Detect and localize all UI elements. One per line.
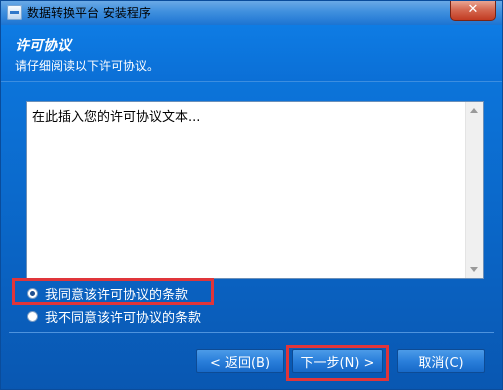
- chevron-up-icon[interactable]: [470, 108, 478, 113]
- vertical-scrollbar[interactable]: [465, 102, 483, 278]
- close-icon: ✕: [467, 2, 479, 17]
- license-text: 在此插入您的许可协议文本...: [32, 110, 201, 125]
- footer-divider: [9, 332, 494, 333]
- radio-checked-icon[interactable]: [27, 287, 38, 299]
- page-subtitle: 请仔细阅读以下许可协议。: [15, 59, 160, 73]
- window-title: 数据转换平台 安装程序: [27, 6, 151, 20]
- license-textarea[interactable]: 在此插入您的许可协议文本...: [26, 101, 484, 279]
- agree-option[interactable]: 我同意该许可协议的条款: [27, 283, 188, 303]
- cancel-button[interactable]: 取消(C): [397, 349, 485, 373]
- title-bar[interactable]: 数据转换平台 安装程序 ✕: [1, 1, 502, 25]
- header-banner: 许可协议 请仔细阅读以下许可协议。: [1, 25, 502, 82]
- next-button[interactable]: 下一步(N) >: [292, 349, 383, 373]
- back-button[interactable]: < 返回(B): [196, 349, 284, 373]
- page-title: 许可协议: [15, 38, 71, 54]
- installer-window: 数据转换平台 安装程序 ✕ 许可协议 请仔细阅读以下许可协议。 在此插入您的许可…: [0, 0, 503, 390]
- close-button[interactable]: ✕: [450, 1, 496, 21]
- chevron-down-icon[interactable]: [470, 267, 478, 272]
- disagree-label: 我不同意该许可协议的条款: [45, 310, 202, 326]
- agree-label: 我同意该许可协议的条款: [45, 287, 189, 303]
- radio-unchecked-icon[interactable]: [27, 310, 38, 322]
- disagree-option[interactable]: 我不同意该许可协议的条款: [27, 306, 201, 326]
- setup-app-icon: [7, 5, 22, 20]
